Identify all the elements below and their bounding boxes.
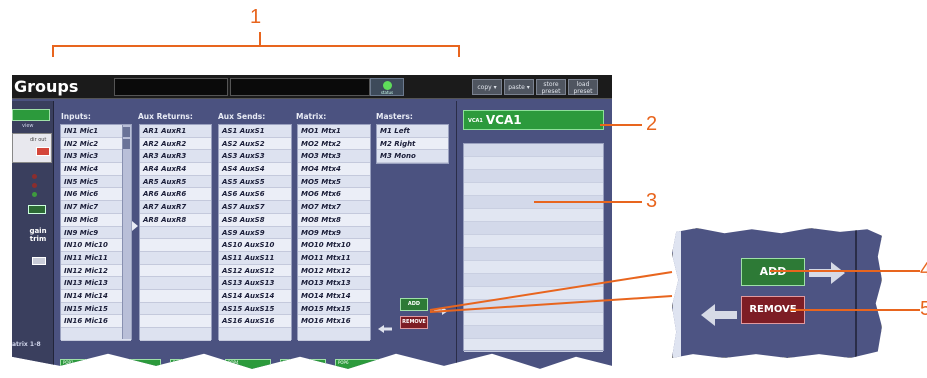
leader-lines [429, 271, 673, 313]
callout-number-4: 4 [920, 259, 927, 281]
callout-number-5: 5 [920, 298, 927, 320]
callout-4-line [770, 270, 920, 272]
callout-5-line [790, 309, 920, 311]
